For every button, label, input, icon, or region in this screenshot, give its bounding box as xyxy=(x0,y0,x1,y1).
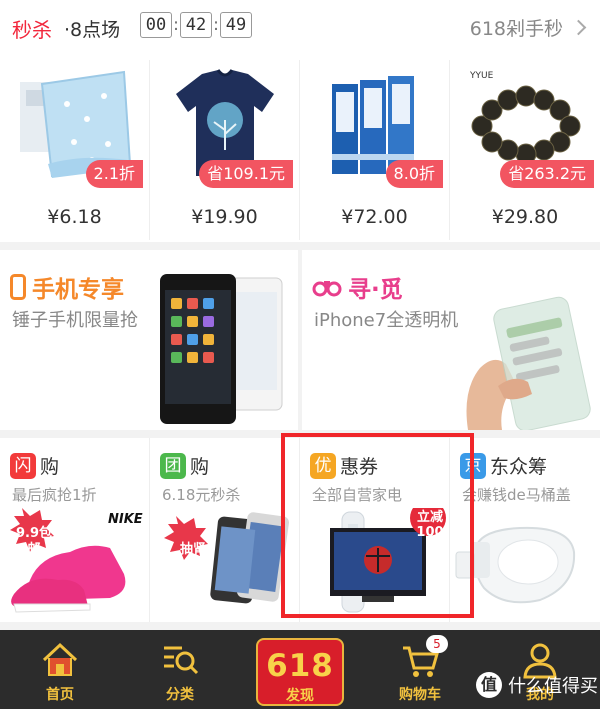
countdown-seconds: 49 xyxy=(220,12,252,38)
channel-title-text: 惠券 xyxy=(340,456,379,478)
free-shipping-tag: 9.9包邮 xyxy=(15,526,53,557)
promo-subtitle: 锤子手机限量抢 xyxy=(12,310,138,331)
flash-sale-item[interactable]: YYUE 省263.2元 ¥29.80 xyxy=(450,60,600,240)
channel-subtitle: 全部自营家电 xyxy=(312,486,403,504)
brand-logo-text: YYUE xyxy=(469,71,494,81)
channel-title-text: 购 xyxy=(190,456,210,478)
discount-badge: 8.0折 xyxy=(385,160,443,188)
flash-sale-more-label: 618剁手秒 xyxy=(469,18,563,40)
channel-subtitle: 最后疯抢1折 xyxy=(12,486,97,504)
discover-promo[interactable]: 寻·觅 iPhone7全透明机 xyxy=(302,250,600,430)
channel-grid: 闪 购 最后疯抢1折 9.9包邮 NIKE 团 购 6.18元秒杀 抽肾6 优 … xyxy=(0,438,600,622)
transparent-phone-image xyxy=(466,296,591,430)
flash-sale-section: 秒杀 ·8点场 00 : 42 : 49 618剁手秒 2.1折 ¥6.18 省… xyxy=(0,0,600,242)
discount-badge: 省263.2元 xyxy=(500,160,594,188)
flash-sale-more-link[interactable]: 618剁手秒 xyxy=(469,14,587,41)
countdown-minutes: 42 xyxy=(180,12,212,38)
promo-subtitle: iPhone7全透明机 xyxy=(314,310,459,331)
tab-label: 发现 xyxy=(286,688,314,704)
promo-title: 寻·觅 xyxy=(312,270,403,304)
channel-title: 京 东众筹 xyxy=(460,452,547,479)
flash-icon: 闪 xyxy=(10,452,36,479)
product-price: ¥72.00 xyxy=(341,206,408,228)
channel-flash-buy[interactable]: 闪 购 最后疯抢1折 9.9包邮 NIKE xyxy=(0,438,150,622)
promo-title-text: 寻·觅 xyxy=(348,277,403,303)
watermark-text: 什么值得买 xyxy=(508,676,598,697)
channel-title: 优 惠券 xyxy=(310,452,378,479)
cart-count-badge: 5 xyxy=(426,635,448,653)
product-price: ¥19.90 xyxy=(191,206,258,228)
channel-crowdfunding[interactable]: 京 东众筹 会赚钱de马桶盖 xyxy=(450,438,600,622)
promo-burst-tag: 抽肾6 xyxy=(180,542,216,557)
channel-title: 闪 购 xyxy=(10,452,59,479)
618-number: 618 xyxy=(266,648,334,684)
flash-sale-item[interactable]: 8.0折 ¥72.00 xyxy=(300,60,450,240)
channel-title: 团 购 xyxy=(160,452,209,479)
timer-separator: : xyxy=(213,15,219,35)
binoculars-icon xyxy=(312,281,342,297)
product-price: ¥29.80 xyxy=(491,206,559,228)
iphone-image xyxy=(164,512,290,604)
coupon-icon: 优 xyxy=(310,452,336,479)
tab-home[interactable]: 首页 xyxy=(0,630,120,709)
channel-title-text: 东众筹 xyxy=(490,456,548,478)
smartphones-image xyxy=(160,274,283,424)
tab-label: 分类 xyxy=(166,687,194,703)
phone-icon xyxy=(10,274,26,300)
channel-title-text: 购 xyxy=(40,456,60,478)
toilet-seat-image xyxy=(455,526,576,604)
tab-cart[interactable]: 5 购物车 xyxy=(360,630,480,709)
group-icon: 团 xyxy=(160,452,186,479)
tab-discover[interactable]: 618 发现 xyxy=(240,630,360,709)
tab-category[interactable]: 分类 xyxy=(120,630,240,709)
flash-sale-item[interactable]: 2.1折 ¥6.18 xyxy=(0,60,150,240)
phone-exclusive-promo[interactable]: 手机专享 锤子手机限量抢 xyxy=(0,250,298,430)
618-badge: 618 发现 xyxy=(256,638,344,706)
category-search-icon xyxy=(164,646,199,675)
discount-badge: 2.1折 xyxy=(85,160,143,188)
channel-subtitle: 会赚钱de马桶盖 xyxy=(462,486,571,504)
jd-icon: 京 xyxy=(460,452,486,479)
tab-label: 首页 xyxy=(46,687,74,703)
instant-discount-tag: 立减100 xyxy=(416,510,444,540)
watermark: 值 什么值得买 xyxy=(476,672,598,698)
nike-logo: NIKE xyxy=(108,512,143,527)
timer-separator: : xyxy=(173,15,179,35)
promo-title-text: 手机专享 xyxy=(32,277,124,303)
discount-badge: 省109.1元 xyxy=(199,160,293,188)
promo-title: 手机专享 xyxy=(10,270,124,304)
flash-sale-header: 秒杀 ·8点场 00 : 42 : 49 618剁手秒 xyxy=(0,0,600,56)
home-icon xyxy=(42,642,78,676)
product-price: ¥6.18 xyxy=(47,206,102,228)
tab-label: 购物车 xyxy=(399,687,441,703)
countdown-timer: 00 : 42 : 49 xyxy=(140,12,252,38)
flash-sale-item[interactable]: 省109.1元 ¥19.90 xyxy=(150,60,300,240)
countdown-hours: 00 xyxy=(140,12,172,38)
channel-group-buy[interactable]: 团 购 6.18元秒杀 抽肾6 xyxy=(150,438,300,622)
flash-sale-session: ·8点场 xyxy=(64,19,121,41)
watermark-logo-icon: 值 xyxy=(476,672,502,698)
channel-coupon[interactable]: 优 惠券 全部自营家电 立减100 xyxy=(300,438,450,622)
channel-subtitle: 6.18元秒杀 xyxy=(162,486,241,504)
chevron-right-icon xyxy=(570,19,587,36)
flash-sale-title: 秒杀 xyxy=(12,18,52,42)
flash-sale-items: 2.1折 ¥6.18 省109.1元 ¥19.90 8.0折 ¥72.00 YY… xyxy=(0,60,600,240)
